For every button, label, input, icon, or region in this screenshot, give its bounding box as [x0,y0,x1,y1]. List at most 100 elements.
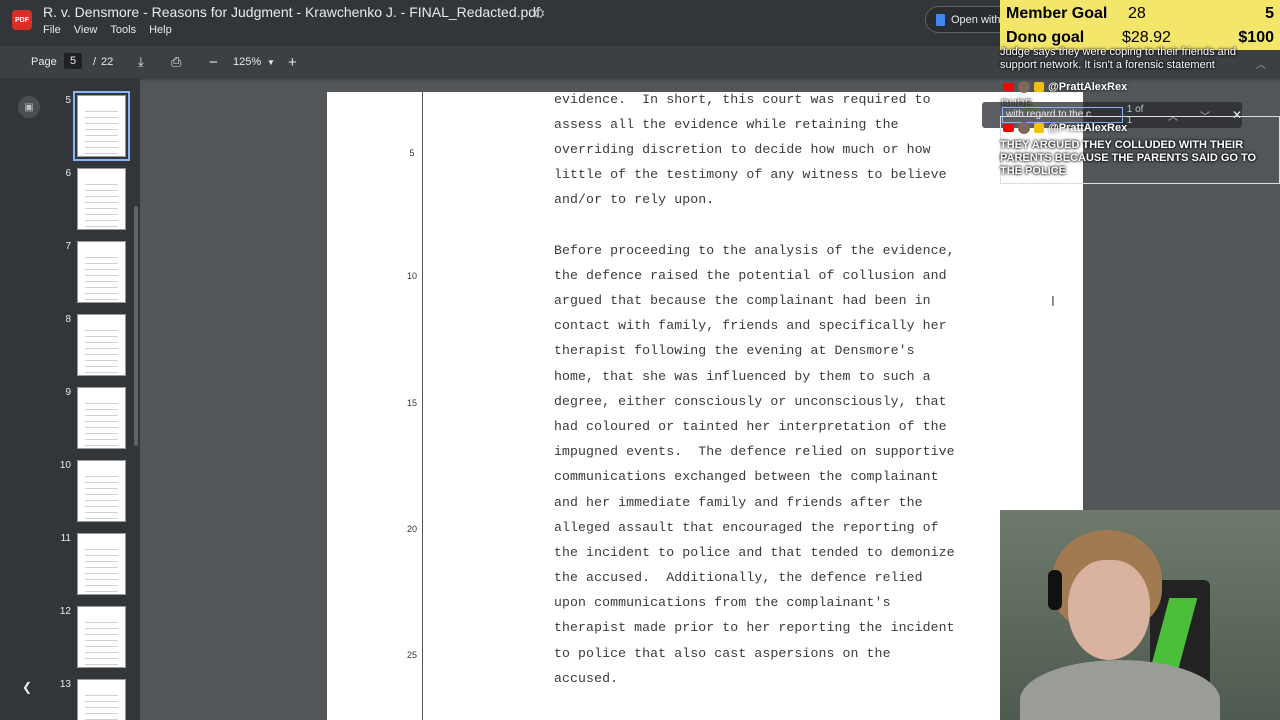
thumbnail-number: 10 [59,460,71,471]
text-line: therapist following the evening at Densm… [554,343,915,358]
chat-user: @PrattAlexRex [1003,122,1127,134]
text-line: had coloured or tainted her interpretati… [554,419,947,434]
menu-file[interactable]: File [43,24,61,36]
thumbnail-view-icon[interactable]: ▣ [18,96,40,118]
youtube-icon [1003,83,1014,91]
menu-bar: File View Tools Help [43,24,172,36]
text-line: impugned events. The defence relied on s… [554,444,955,459]
thumbnail-page-13[interactable]: 13 [56,679,136,720]
drive-status-icon[interactable]: ⛭ [534,5,544,21]
thumbnail-image [77,168,126,230]
thumbnail-image [73,91,130,161]
text-line: and her immediate family and friends aft… [554,495,923,510]
line-number: 15 [406,398,417,408]
page-separator: / [93,56,97,68]
text-line: the defence raised the potential of coll… [554,268,947,283]
text-cursor-icon: I [1051,295,1055,310]
chat-username: @PrattAlexRex [1048,81,1128,93]
text-line: the incident to police and that tended t… [554,545,955,560]
thumbnail-image [77,460,126,522]
thumbnail-image [77,241,126,303]
text-line: and/or to rely upon. [554,192,715,207]
thumbnail-page-8[interactable]: 8 [56,314,136,382]
member-badge-icon [1034,123,1044,133]
zoom-out-icon[interactable]: − [209,46,218,78]
thumbnail-page-5[interactable]: 5 [56,91,136,163]
text-line: Before proceeding to the analysis of the… [554,243,955,258]
docs-icon [936,13,945,26]
print-icon[interactable]: ⎙ [171,46,181,78]
member-goal-value: 28 [1128,5,1146,22]
thumbnail-image [77,533,126,595]
thumbnail-image [77,314,126,376]
thumbnail-page-7[interactable]: 7 [56,241,136,309]
chat-overlay: Judge says they were coping to their fri… [982,46,1280,185]
thumbnail-page-12[interactable]: 12 [56,606,136,674]
member-goal-row: Member Goal 28 5 [1006,2,1274,26]
youtube-icon [1003,124,1014,132]
thumbnail-image [77,387,126,449]
text-line: accused. [554,671,619,686]
thumbnail-number: 6 [65,168,71,179]
open-with-label: Open with [951,13,1001,26]
menu-view[interactable]: View [74,24,98,36]
thumbnail-page-6[interactable]: 6 [56,168,136,236]
text-line: evidence. In short, this court was requi… [554,92,931,107]
text-line: argued that because the complainant had … [554,293,931,308]
text-line: alleged assault that encouraged the repo… [554,520,939,535]
thumbnail-image [77,606,126,668]
page-label: Page [31,56,57,68]
thumbnail-number: 13 [59,679,71,690]
chat-message: Judge says they were coping to their fri… [1000,46,1237,71]
thumbnail-page-10[interactable]: 10 [56,460,136,528]
menu-tools[interactable]: Tools [110,24,136,36]
thumbnail-number: 7 [65,241,71,252]
text-line: overriding discretion to decide how much… [554,142,931,157]
headphones-icon [1048,570,1062,610]
thumbnail-image [77,679,126,720]
text-line: contact with family, friends and specifi… [554,318,947,333]
thumbnail-sidebar: ▣ 5 6 7 8 9 10 11 12 13 ❮ [0,78,140,720]
text-line: degree, either consciously or unconsciou… [554,394,947,409]
thumbnail-page-9[interactable]: 9 [56,387,136,455]
stream-goal-overlay: Member Goal 28 5 Dono goal $28.92 $100 [1000,0,1280,50]
dono-goal-target: $100 [1238,29,1274,46]
member-badge-icon [1034,82,1044,92]
menu-help[interactable]: Help [149,24,172,36]
page-total: 22 [101,56,114,68]
pdf-logo-icon: PDF [12,10,32,30]
webcam-feed [1000,510,1280,720]
thumbnail-page-11[interactable]: 11 [56,533,136,601]
line-number: 5 [409,148,415,158]
download-icon[interactable]: ⤓ [138,46,144,78]
text-line: home, that she was influenced by them to… [554,369,931,384]
text-line: upon communications from the complainant… [554,595,891,610]
collapse-sidebar-icon[interactable]: ❮ [22,680,32,694]
chat-username: @PrattAlexRex [1048,122,1128,134]
avatar [1018,122,1030,134]
thumbnail-number: 5 [65,95,71,106]
line-number: 10 [406,271,417,281]
zoom-in-icon[interactable]: + [288,46,297,78]
pdf-page[interactable]: 5 10 15 20 25 evidence. In short, this c… [327,92,1083,720]
text-line: to police that also cast aspersions on t… [554,646,891,661]
thumbnail-number: 11 [60,533,71,544]
text-line: the accused. Additionally, the defence r… [554,570,923,585]
member-goal-target: 5 [1265,5,1274,22]
chat-message: THEY ARGUED THEY COLLUDED WITH THEIR PAR… [1000,139,1257,177]
avatar [1018,81,1030,93]
document-title: R. v. Densmore - Reasons for Judgment - … [43,4,540,20]
text-line: communications exchanged between the com… [554,469,939,484]
dono-goal-label: Dono goal [1006,29,1085,46]
chevron-down-icon[interactable]: ▼ [267,46,275,78]
page-number-input[interactable]: 5 [64,53,82,69]
thumbnail-number: 8 [65,314,71,325]
line-number: 25 [406,650,417,660]
member-goal-label: Member Goal [1006,5,1108,22]
zoom-level-select[interactable]: 125% [233,46,261,78]
margin-rule [422,92,423,720]
text-line: assess all the evidence while retaining … [554,117,899,132]
dono-goal-value: $28.92 [1122,29,1171,46]
chevron-up-icon: ︿ [1256,60,1266,71]
streamer-face [1068,560,1150,660]
